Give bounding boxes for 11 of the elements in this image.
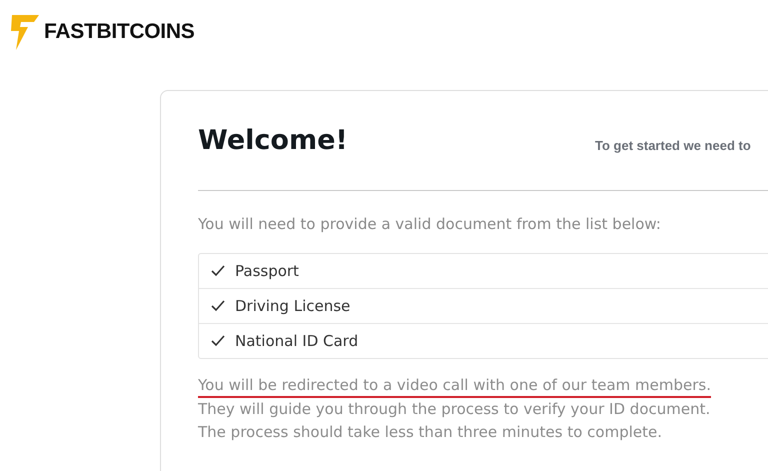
note-text: They will guide you through the process to verify your ID document. bbox=[198, 399, 710, 420]
document-type: National ID Card bbox=[235, 332, 358, 350]
underlined-note-text: You will be redirected to a video call with one of our team members. bbox=[198, 375, 711, 398]
intro-text: You will need to provide a valid document from the list below: bbox=[198, 215, 662, 233]
welcome-title: Welcome! bbox=[198, 125, 349, 156]
document-type: Driving License bbox=[235, 297, 350, 315]
note-text: The process should take less than three minutes to complete. bbox=[198, 422, 662, 443]
document-type: Passport bbox=[235, 262, 299, 280]
instruction-text: To get started we need to bbox=[595, 137, 751, 153]
logo-text: FASTBITCOINS bbox=[44, 20, 194, 44]
lightning-bolt-icon bbox=[10, 12, 40, 52]
